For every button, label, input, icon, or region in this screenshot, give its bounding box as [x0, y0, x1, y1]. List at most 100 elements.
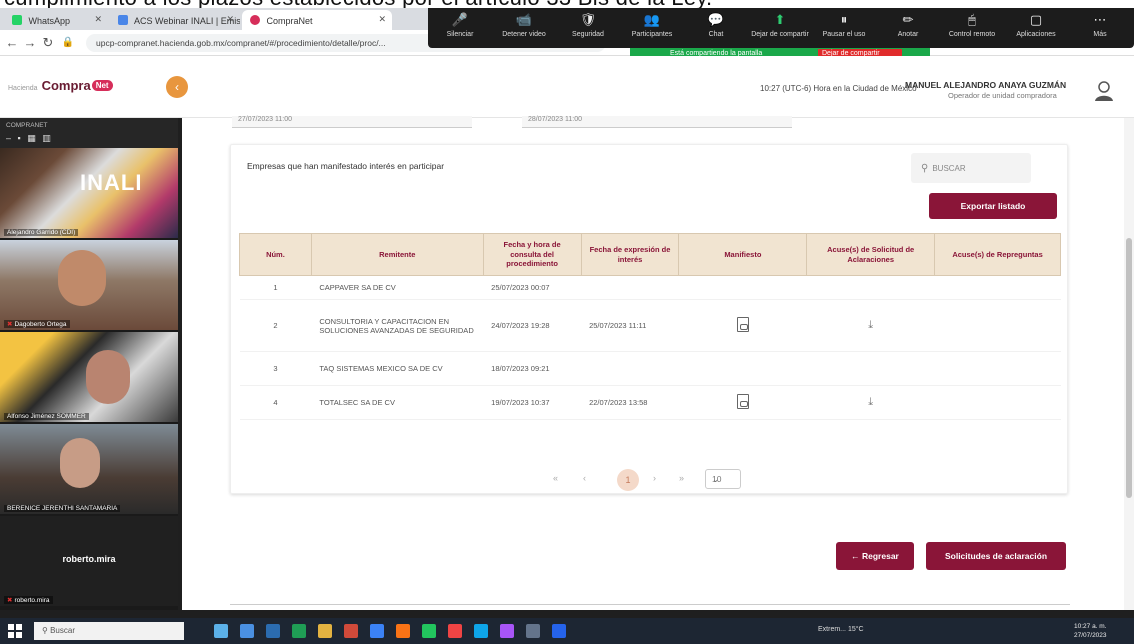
first-page-icon[interactable]: « — [553, 473, 558, 483]
taskbar-app-icon[interactable] — [240, 624, 254, 638]
browser-tab-whatsapp[interactable]: WhatsApp ✕ — [4, 10, 108, 30]
chat-button[interactable]: 💬 Chat — [684, 12, 748, 38]
apps-button[interactable]: ▢ Aplicaciones — [1004, 12, 1068, 38]
search-input[interactable]: ⚲ BUSCAR — [911, 153, 1031, 183]
cell-manifiesto — [678, 385, 807, 420]
last-page-icon[interactable]: » — [679, 473, 684, 483]
stop-share-toolbar-button[interactable]: ⬆ Dejar de compartir — [748, 12, 812, 38]
taskbar-search[interactable]: ⚲ Buscar — [34, 622, 184, 640]
taskbar-app-icon[interactable] — [292, 624, 306, 638]
taskbar-app-icon[interactable] — [370, 624, 384, 638]
chevron-down-icon: ⌄ — [712, 474, 720, 484]
taskbar-clock[interactable]: 10:27 a. m. 27/07/2023 — [1074, 622, 1107, 640]
taskbar-app-icon[interactable] — [396, 624, 410, 638]
column-header[interactable]: Núm. — [239, 233, 312, 276]
participant-tile[interactable]: INALI Alejandro Garrido (CDI) — [0, 148, 178, 238]
clock-time: 10:27 a. m. — [1074, 623, 1107, 630]
column-header[interactable]: Fecha de expresión de interés — [580, 233, 680, 276]
participant-tile[interactable]: ✖ Dagoberto Ortega — [0, 240, 178, 330]
pause-share-button[interactable]: ⏸ Pausar el uso — [812, 12, 876, 38]
forward-arrow-icon[interactable]: → — [22, 35, 38, 50]
search-icon: ⚲ — [921, 163, 929, 174]
reload-icon[interactable]: ↻ — [40, 35, 56, 51]
close-icon[interactable]: ✕ — [94, 14, 102, 25]
back-button[interactable]: ← Regresar — [836, 542, 914, 570]
compranet-logo[interactable]: Hacienda Compra Net — [8, 78, 113, 93]
download-icon[interactable]: ⤓ — [868, 319, 873, 331]
page-scrollbar[interactable] — [1124, 118, 1134, 610]
taskbar-app-icon[interactable] — [344, 624, 358, 638]
column-header[interactable]: Acuse(s) de Solicitud de Aclaraciones — [806, 233, 936, 276]
caption-strip: cumplimiento a los plazos establecidos p… — [0, 0, 1134, 8]
taskbar-app-icon[interactable] — [318, 624, 332, 638]
export-list-button[interactable]: Exportar listado — [929, 193, 1057, 219]
scrollbar-thumb[interactable] — [1126, 238, 1132, 498]
participants-button[interactable]: 👥 Participantes — [620, 12, 684, 38]
participant-face — [58, 250, 106, 306]
browser-tab-compranet[interactable]: CompraNet ✕ — [242, 10, 392, 30]
download-icon[interactable]: ⤓ — [868, 396, 873, 408]
pdf-document-icon[interactable] — [736, 394, 749, 409]
column-header[interactable]: Remitente — [310, 233, 484, 276]
back-arrow-icon[interactable]: ← — [4, 35, 20, 50]
cell-remitente: TAQ SISTEMAS MEXICO SA DE CV — [311, 351, 484, 386]
clarification-requests-button[interactable]: Solicitudes de aclaración — [926, 542, 1066, 570]
cell-interes: 25/07/2023 11:11 — [581, 299, 679, 352]
current-page[interactable]: 1 — [617, 469, 639, 491]
participant-name: BERENICE JERENTHI SANTAMARIA — [4, 505, 121, 512]
system-tray[interactable]: Extrem... 15°C — [818, 626, 864, 633]
cell-manifiesto — [678, 351, 807, 386]
taskbar-app-icon[interactable] — [552, 624, 566, 638]
chat-icon: 💬 — [707, 12, 725, 27]
participant-tile[interactable]: Alfonso Jiménez SOMMER — [0, 332, 178, 422]
close-icon[interactable]: ✕ — [226, 14, 234, 25]
security-button[interactable]: 🛡 Seguridad — [556, 12, 620, 38]
taskbar-app-icon[interactable] — [474, 624, 488, 638]
column-header[interactable]: Manifiesto — [678, 233, 808, 276]
chat-label: Chat — [708, 31, 724, 38]
search-placeholder: BUSCAR — [932, 164, 966, 173]
cell-remitente: CAPPAVER SA DE CV — [311, 275, 484, 300]
companies-table: Núm. Remitente Fecha y hora de consulta … — [239, 233, 1061, 420]
taskbar-app-icon[interactable] — [448, 624, 462, 638]
taskbar-app-icon[interactable] — [266, 624, 280, 638]
taskbar-app-icon[interactable] — [214, 624, 228, 638]
participant-name: Alfonso Jiménez SOMMER — [4, 413, 89, 420]
more-button[interactable]: ⋯ Más — [1068, 12, 1132, 38]
remote-control-button[interactable]: 🖱 Control remoto — [940, 12, 1004, 38]
stop-video-button[interactable]: 📹 Detener video — [492, 12, 556, 38]
apps-icon: ▢ — [1029, 12, 1043, 27]
table-row: 1 CAPPAVER SA DE CV 25/07/2023 00:07 — [239, 275, 1061, 300]
lock-icon[interactable]: 🔒 — [60, 37, 76, 48]
column-header[interactable]: Fecha y hora de consulta del procedimien… — [482, 233, 582, 276]
cell-acuse: ⤓ — [806, 385, 935, 420]
browser-tab-webinar[interactable]: ACS Webinar INALI | Emisión ✕ — [110, 10, 240, 30]
section-title: Empresas que han manifestado interés en … — [247, 161, 445, 171]
taskbar-search-label: Buscar — [50, 626, 75, 635]
close-icon[interactable]: ✕ — [378, 14, 386, 25]
page-size-select[interactable]: 10 ⌄ — [705, 469, 741, 489]
annotate-button[interactable]: ✏ Anotar — [876, 12, 940, 38]
participant-name-text: Dagoberto Ortega — [14, 321, 67, 328]
previous-fields: 27/07/2023 11:00 28/07/2023 11:00 — [232, 116, 792, 130]
windows-start-icon[interactable] — [8, 624, 22, 638]
taskbar-app-icon[interactable] — [500, 624, 514, 638]
table-header-row: Núm. Remitente Fecha y hora de consulta … — [239, 233, 1061, 276]
menu-button[interactable]: ‹ — [166, 76, 188, 98]
column-header[interactable]: Acuse(s) de Repreguntas — [934, 233, 1061, 276]
prev-page-icon[interactable]: ‹ — [583, 473, 586, 483]
search-icon: ⚲ — [42, 626, 51, 635]
next-page-icon[interactable]: › — [653, 473, 656, 483]
compranet-icon — [250, 15, 260, 25]
pdf-document-icon[interactable] — [736, 317, 749, 332]
mute-button[interactable]: 🎤 Silenciar — [428, 12, 492, 38]
participant-tile[interactable]: roberto.mira ✖ roberto.mira — [0, 516, 178, 606]
cell-consulta: 25/07/2023 00:07 — [483, 275, 582, 300]
participant-tile[interactable]: BERENICE JERENTHI SANTAMARIA — [0, 424, 178, 514]
taskbar-app-icon[interactable] — [422, 624, 436, 638]
taskbar-app-icon[interactable] — [526, 624, 540, 638]
gallery-view-controls[interactable]: – ▪ ▦ ▥ — [6, 133, 53, 144]
footer-divider — [230, 604, 1070, 605]
user-avatar-icon[interactable] — [1094, 80, 1114, 102]
main-content: 27/07/2023 11:00 28/07/2023 11:00 Empres… — [182, 116, 1134, 610]
